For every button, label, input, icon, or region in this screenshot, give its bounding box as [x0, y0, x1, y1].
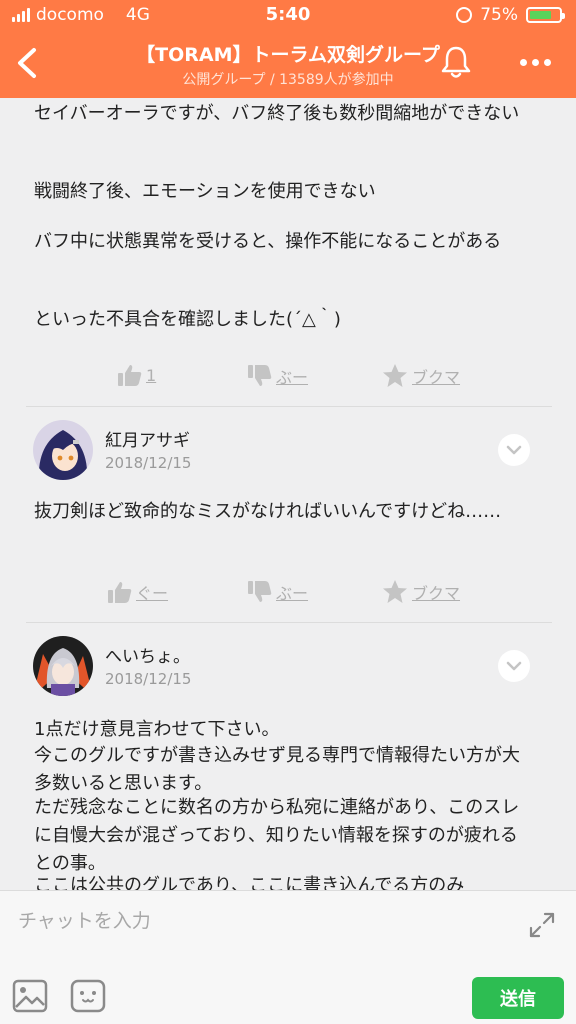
app-header: docomo 4G 5:40 75% 【TORAM】トーラム双剣グループ 公開グ… [0, 0, 576, 98]
like-button[interactable]: 1 [118, 364, 156, 386]
bookmark-button[interactable]: ブクマ [382, 364, 460, 388]
post-text-line: といった不具合を確認しました(´△｀) [34, 309, 341, 330]
send-button[interactable]: 送信 [472, 977, 564, 1019]
thumbs-down-icon [248, 581, 272, 602]
chevron-left-icon [18, 48, 36, 78]
thumbs-up-icon [118, 365, 142, 386]
like-label: ぐー [136, 584, 169, 603]
post-actions: 1 ぶー ブクマ [0, 356, 576, 396]
thumbs-down-icon [248, 365, 272, 386]
avatar[interactable] [33, 420, 93, 480]
status-right: 75% [456, 5, 565, 25]
post-date: 2018/12/15 [105, 454, 192, 472]
post-divider [26, 406, 552, 407]
dislike-label: ぶー [276, 584, 309, 603]
post-text-line: 戦闘終了後、エモーションを使用できない [34, 181, 376, 202]
dislike-button[interactable]: ぶー [248, 580, 308, 604]
dislike-label: ぶー [276, 368, 309, 387]
like-count: 1 [146, 365, 157, 385]
bookmark-label: ブクマ [412, 584, 461, 603]
image-icon [12, 979, 48, 1013]
chat-composer: 送信 [0, 890, 576, 1024]
dislike-button[interactable]: ぶー [248, 364, 308, 388]
user-avatar-image [33, 636, 93, 696]
star-icon [383, 580, 407, 603]
bookmark-button[interactable]: ブクマ [382, 580, 460, 604]
rotation-lock-icon [456, 7, 473, 23]
image-button[interactable] [12, 979, 48, 1013]
post-text-line: セイバーオーラですが、バフ終了後も数秒間縮地ができない [34, 103, 520, 124]
battery-percent: 75% [480, 5, 518, 25]
nav-bar: 【TORAM】トーラム双剣グループ 公開グループ / 13589人が参加中 [0, 30, 576, 98]
post-text-line: バフ中に状態異常を受けると、操作不能になることがある [34, 231, 502, 252]
post-text: 抜刀剣ほど致命的なミスがなければいいんですけどね…… [34, 501, 502, 522]
back-button[interactable] [8, 40, 48, 86]
sticker-button[interactable] [70, 979, 106, 1013]
post-menu-button[interactable] [498, 650, 530, 682]
user-avatar-image [33, 420, 93, 480]
sticker-icon [70, 979, 106, 1013]
post-divider [26, 622, 552, 623]
chevron-down-icon [506, 445, 522, 455]
post-text-line: ただ残念なことに数名の方から私宛に連絡があり、このスレに自慢大会が混ざっており、… [34, 797, 520, 874]
chevron-down-icon [506, 661, 522, 671]
post-date: 2018/12/15 [105, 670, 192, 688]
post-actions: ぐー ぶー ブクマ [0, 572, 576, 612]
post-menu-button[interactable] [498, 434, 530, 466]
bell-icon [441, 46, 471, 78]
user-name[interactable]: 紅月アサギ [105, 426, 190, 451]
thread-content: セイバーオーラですが、バフ終了後も数秒間縮地ができない 戦闘終了後、エモーション… [0, 98, 576, 890]
avatar[interactable] [33, 636, 93, 696]
post-text-line: 今このグルですが書き込みせず見る専門で情報得たい方が大多数いると思います。 [34, 745, 520, 794]
bookmark-label: ブクマ [412, 368, 461, 387]
expand-icon [529, 912, 555, 938]
battery-fill [530, 11, 551, 19]
chat-input[interactable] [18, 901, 508, 941]
more-options-button[interactable] [512, 50, 558, 74]
notification-button[interactable] [436, 42, 476, 82]
post-header: 紅月アサギ 2018/12/15 [0, 420, 576, 490]
like-button[interactable]: ぐー [108, 580, 168, 604]
thumbs-up-icon [108, 582, 132, 603]
user-name[interactable]: へいちょ。 [105, 642, 190, 667]
star-icon [383, 364, 407, 387]
status-bar: docomo 4G 5:40 75% [0, 0, 576, 30]
post-header: へいちょ。 2018/12/15 [0, 636, 576, 706]
battery-icon [526, 7, 565, 23]
expand-button[interactable] [526, 909, 558, 941]
post-text-line: ここは公共のグルであり、ここに書き込んでる方のみ [34, 875, 465, 890]
post-text-line: 1点だけ意見言わせて下さい。 [34, 719, 280, 740]
